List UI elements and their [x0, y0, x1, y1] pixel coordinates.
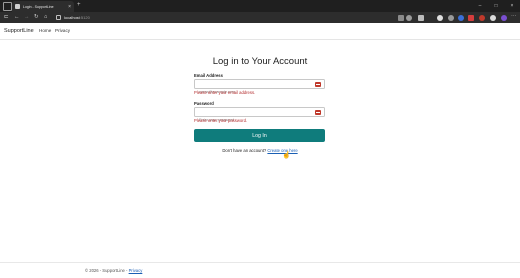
- favorite-star-icon[interactable]: [406, 14, 412, 21]
- tab-close-icon[interactable]: ×: [68, 4, 71, 10]
- extension-icon[interactable]: [468, 14, 474, 21]
- favicon-icon: [15, 4, 20, 9]
- site-navbar: SupportLine Home Privacy: [0, 23, 520, 40]
- back-icon[interactable]: ←: [14, 14, 20, 21]
- menu-icon[interactable]: ⋯: [511, 14, 517, 21]
- extension-icon[interactable]: [479, 14, 485, 21]
- signup-prompt-text: Don't have an account?: [222, 148, 267, 153]
- brand-link[interactable]: SupportLine: [4, 28, 34, 34]
- url-text: localhost:5120: [64, 15, 90, 20]
- email-error: Please enter your email address.: [194, 90, 256, 95]
- page-title: Log in to Your Account: [212, 56, 308, 67]
- extension-icon[interactable]: [458, 14, 464, 21]
- copyright-text: © 2026 - SupportLine -: [85, 268, 129, 273]
- home-icon[interactable]: ⌂: [44, 14, 47, 21]
- forward-icon[interactable]: →: [24, 14, 30, 21]
- nav-privacy-link[interactable]: Privacy: [55, 28, 70, 33]
- copilot-icon[interactable]: [501, 14, 507, 21]
- browser-tab[interactable]: Login - SupportLine ×: [12, 1, 74, 12]
- browser-toolbar: ⊏ ← → ↻ ⌂ localhost:5120 ⋯: [0, 12, 520, 23]
- maximize-icon[interactable]: □: [488, 0, 504, 12]
- nav-home-link[interactable]: Home: [39, 28, 51, 33]
- error-icon: [315, 81, 321, 88]
- site-footer: © 2026 - SupportLine - Privacy: [0, 262, 520, 278]
- profile-icon[interactable]: [490, 14, 496, 21]
- error-icon: [315, 109, 321, 116]
- password-error: Please enter your password.: [194, 118, 248, 123]
- window-close-icon[interactable]: ×: [504, 0, 520, 12]
- sidebar-toggle-icon[interactable]: ⊏: [4, 14, 9, 21]
- hand-pointer-icon: ☝: [282, 152, 291, 159]
- email-label: Email Address: [194, 73, 223, 78]
- extension-icon[interactable]: [418, 14, 424, 21]
- email-field-wrapper: [194, 79, 325, 96]
- password-label: Password: [194, 101, 214, 106]
- read-mode-icon[interactable]: [398, 14, 404, 21]
- tab-actions-icon[interactable]: [3, 1, 12, 11]
- extension-icon[interactable]: [437, 14, 443, 21]
- footer-privacy-link[interactable]: Privacy: [129, 268, 143, 273]
- footer-text: © 2026 - SupportLine - Privacy: [85, 268, 142, 273]
- minimize-icon[interactable]: –: [472, 0, 488, 12]
- browser-tab-bar: Login - SupportLine × + – □ ×: [0, 0, 520, 12]
- address-bar[interactable]: localhost:5120: [56, 13, 384, 22]
- tab-title: Login - SupportLine: [23, 4, 54, 9]
- window-controls: – □ ×: [472, 0, 520, 12]
- extension-icon[interactable]: [448, 14, 454, 21]
- password-field-wrapper: [194, 107, 325, 124]
- login-button[interactable]: Log In: [194, 129, 325, 142]
- refresh-icon[interactable]: ↻: [34, 14, 39, 21]
- site-info-icon[interactable]: [56, 15, 61, 20]
- signup-prompt: Don't have an account? Create one here: [0, 148, 520, 153]
- new-tab-icon[interactable]: +: [77, 2, 81, 8]
